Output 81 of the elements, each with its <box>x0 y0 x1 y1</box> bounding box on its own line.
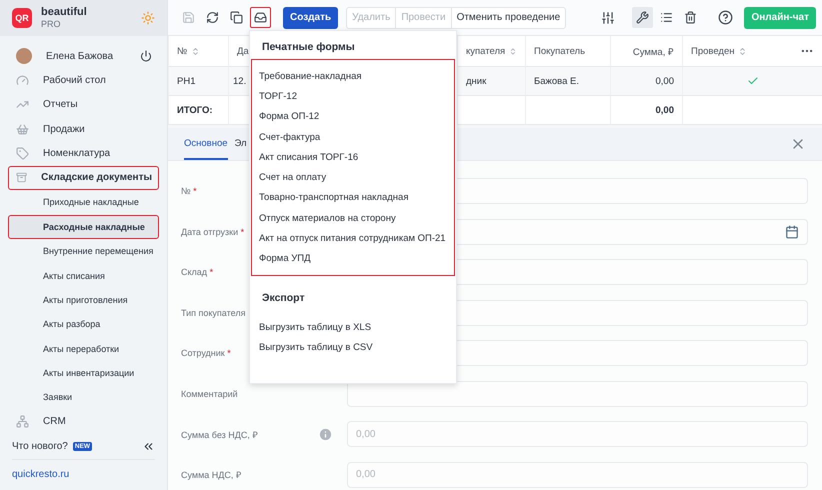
sidebar-item[interactable]: Складские документы <box>8 166 159 190</box>
create-button[interactable]: Создать <box>283 6 338 28</box>
field-label: № * <box>181 186 197 196</box>
action-button[interactable]: Отменить проведение <box>450 8 566 28</box>
menu-item[interactable]: Форма УПД <box>252 248 454 269</box>
field-label: Склад * <box>181 267 214 277</box>
plan-label: PRO <box>41 18 62 30</box>
menu-item[interactable]: Выгрузить таблицу в CSV <box>252 337 454 358</box>
sort-icon <box>738 46 748 56</box>
field-label: Сумма без НДС, ₽ <box>181 428 258 440</box>
site-link[interactable]: quickresto.ru <box>12 460 155 490</box>
menu-item[interactable]: Счет на оплату <box>252 167 454 188</box>
column-header[interactable]: № <box>177 46 188 56</box>
tab[interactable]: Основное <box>184 128 228 160</box>
logo: QR <box>12 8 32 28</box>
sidebar-subitem[interactable]: Акты приготовления <box>8 288 159 312</box>
power-icon[interactable] <box>140 50 152 62</box>
wrench-icon <box>636 11 650 24</box>
tray-icon <box>254 11 267 24</box>
table-cell: дник <box>457 67 525 96</box>
sidebar-subitem[interactable]: Внутренние перемещения <box>8 238 159 264</box>
menu-item[interactable]: Отпуск материалов на сторону <box>252 208 454 228</box>
column-header[interactable]: Сумма, ₽ <box>632 44 674 58</box>
save-icon <box>182 11 195 24</box>
sort-icon <box>509 46 517 56</box>
sort-icon <box>191 46 200 56</box>
sidebar-subitem[interactable]: Акты инвентаризации <box>8 360 159 386</box>
total-sum: 0,00 <box>610 96 682 125</box>
menu-item[interactable]: Товарно-транспортная накладная <box>252 188 454 208</box>
sidebar-subitem[interactable]: Акты списания <box>8 263 159 288</box>
sidebar-item[interactable]: Номенклатура <box>8 141 159 166</box>
archive-box-icon <box>16 171 28 184</box>
sliders-icon <box>600 10 615 24</box>
refresh-icon <box>206 11 219 24</box>
column-header[interactable]: купателя <box>466 46 506 56</box>
input-field[interactable] <box>347 380 808 406</box>
sidebar-subitem[interactable]: Расходные накладные <box>8 214 159 239</box>
field-label: Дата отгрузки * <box>181 226 244 236</box>
menu-item[interactable]: Акт на отпуск питания сотрудникам ОП-21 <box>252 228 454 249</box>
calendar-icon[interactable] <box>785 224 799 238</box>
field-label: Сотрудник * <box>181 348 231 358</box>
copy-icon <box>230 11 243 24</box>
trash-icon <box>684 11 698 24</box>
user-name: Елена Бажова <box>46 50 114 62</box>
help-icon <box>718 10 734 25</box>
gauge-icon <box>16 74 29 87</box>
field-label: Сумма НДС, ₽ <box>181 469 241 481</box>
sidebar-subitem[interactable]: Заявки <box>8 385 159 410</box>
menu-item[interactable]: Форма ОП-12 <box>252 106 454 127</box>
tab[interactable]: Эл <box>234 128 247 160</box>
menu-item[interactable]: Требование-накладная <box>252 66 454 86</box>
sidebar-subitem[interactable]: Акты переработки <box>8 336 159 361</box>
column-header[interactable]: Покупатель <box>534 46 586 56</box>
sidebar-subitem[interactable]: Акты разбора <box>8 312 159 336</box>
total-label: ИТОГО: <box>168 96 228 125</box>
column-header[interactable]: Проведен <box>691 46 734 56</box>
whats-new-link[interactable]: Что нового? <box>12 441 68 452</box>
list-icon <box>660 11 674 24</box>
menu-heading: Печатные формы <box>261 40 356 55</box>
sidebar-item[interactable]: Продажи <box>8 116 159 142</box>
hierarchy-icon <box>16 415 29 428</box>
field-label: Комментарий <box>181 388 238 398</box>
table-cell: РН1 <box>168 67 228 96</box>
menu-heading: Экспорт <box>261 290 306 306</box>
sidebar-item[interactable]: Рабочий стол <box>8 68 159 93</box>
table-cell: Бажова Е. <box>525 67 610 96</box>
basket-icon <box>16 122 29 136</box>
table-cell: 0,00 <box>610 67 682 96</box>
sidebar-item[interactable]: Отчеты <box>8 92 159 117</box>
tools-button[interactable] <box>632 7 654 28</box>
field-label: Тип покупателя <box>181 308 246 318</box>
menu-item[interactable]: Акт списания ТОРГ-16 <box>252 147 454 168</box>
sidebar-item[interactable]: CRM <box>8 410 159 434</box>
sidebar-subitem[interactable]: Приходные накладные <box>8 190 159 215</box>
column-header[interactable]: Да <box>237 46 249 56</box>
tray-button[interactable] <box>250 7 271 28</box>
brand-name: beautiful <box>41 6 88 19</box>
menu-item[interactable]: Счет-фактура <box>252 126 454 148</box>
avatar <box>16 48 32 64</box>
menu-item[interactable]: Выгрузить таблицу в XLS <box>252 316 454 338</box>
tag-icon <box>16 147 29 160</box>
